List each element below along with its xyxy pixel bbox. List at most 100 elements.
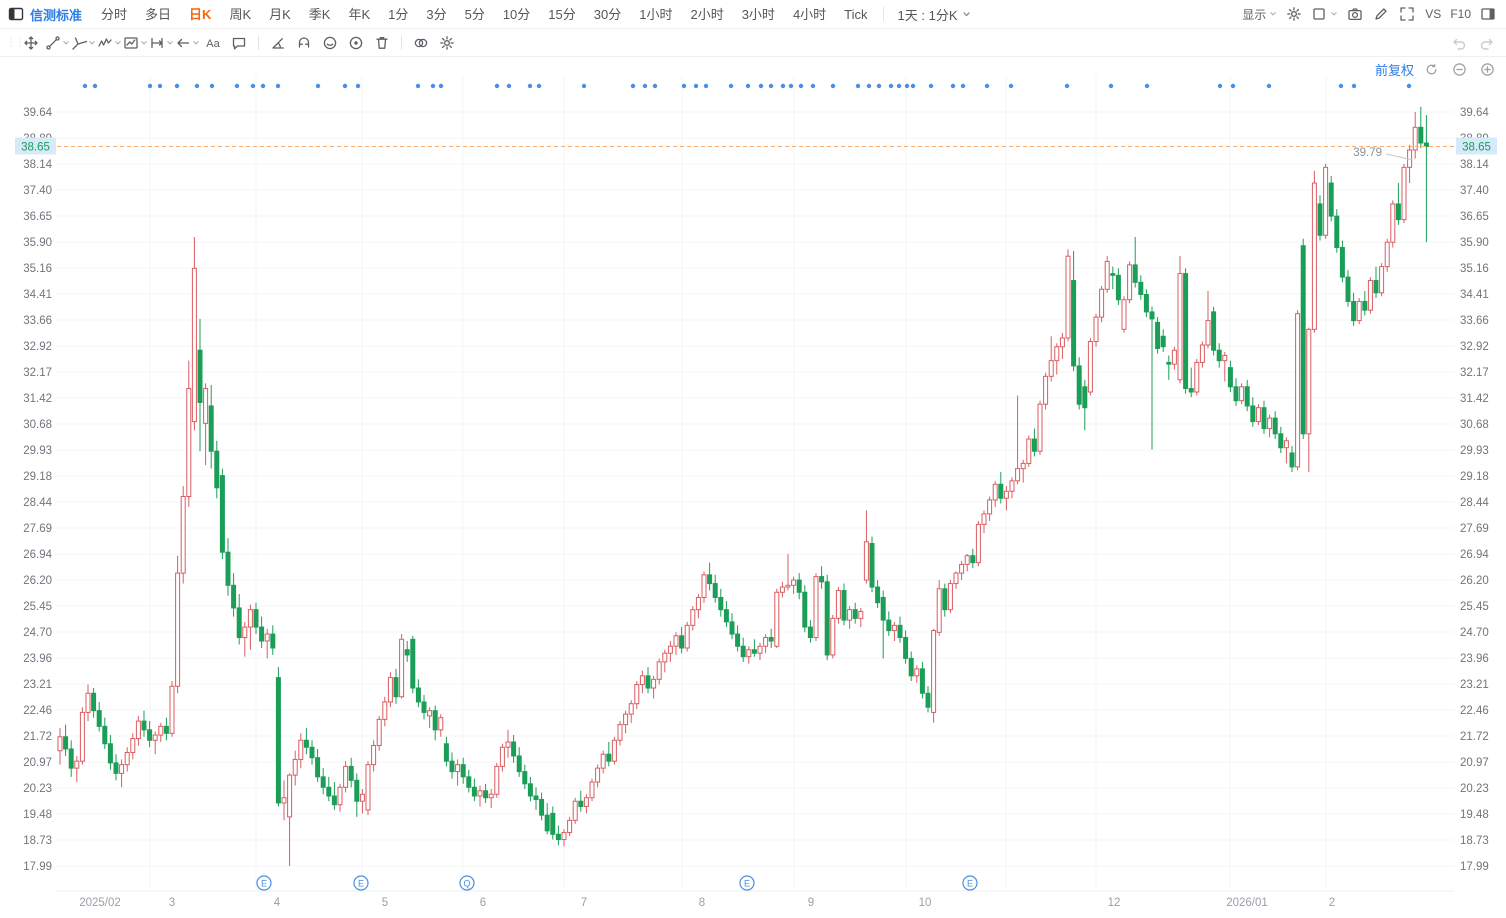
announcement-dot[interactable] xyxy=(1109,84,1113,88)
announcement-dot[interactable] xyxy=(961,84,965,88)
measure-icon[interactable] xyxy=(148,31,174,55)
target-icon[interactable] xyxy=(343,31,369,55)
period-15分[interactable]: 15分 xyxy=(539,1,584,28)
zoom-in-icon[interactable] xyxy=(1477,61,1498,79)
announcement-dot[interactable] xyxy=(631,84,635,88)
adjust-mode-link[interactable]: 前复权 xyxy=(1375,60,1414,79)
announcement-dot[interactable] xyxy=(746,84,750,88)
drag-handle[interactable]: ⋮⋮ xyxy=(6,39,14,47)
announcement-dot[interactable] xyxy=(235,84,239,88)
announcement-dot[interactable] xyxy=(316,84,320,88)
announcement-dot[interactable] xyxy=(1352,84,1356,88)
period-年K[interactable]: 年K xyxy=(339,1,379,28)
period-4小时[interactable]: 4小时 xyxy=(784,1,835,28)
trendline-icon[interactable] xyxy=(44,31,70,55)
announcement-dot[interactable] xyxy=(261,84,265,88)
period-30分[interactable]: 30分 xyxy=(585,1,630,28)
announcement-dot[interactable] xyxy=(356,84,360,88)
announcement-dot[interactable] xyxy=(856,84,860,88)
announcement-dot[interactable] xyxy=(537,84,541,88)
announcement-dot[interactable] xyxy=(1339,84,1343,88)
announcement-dot[interactable] xyxy=(951,84,955,88)
announcement-dot[interactable] xyxy=(985,84,989,88)
announcement-dot[interactable] xyxy=(905,84,909,88)
zoom-out-icon[interactable] xyxy=(1449,61,1470,79)
announcement-dot[interactable] xyxy=(789,84,793,88)
announcement-dot[interactable] xyxy=(195,84,199,88)
announcement-dot[interactable] xyxy=(343,84,347,88)
announcement-dot[interactable] xyxy=(653,84,657,88)
display-menu-button[interactable]: 显示 xyxy=(1239,2,1280,26)
announcement-dot[interactable] xyxy=(416,84,420,88)
angle-icon[interactable] xyxy=(265,31,291,55)
move-icon[interactable] xyxy=(18,31,44,55)
announcement-dot[interactable] xyxy=(1009,84,1013,88)
announcement-dot[interactable] xyxy=(897,84,901,88)
period-周K[interactable]: 周K xyxy=(220,1,260,28)
announcement-dot[interactable] xyxy=(704,84,708,88)
sticker-icon[interactable] xyxy=(317,31,343,55)
announcement-dot[interactable] xyxy=(911,84,915,88)
announcement-dot[interactable] xyxy=(93,84,97,88)
announcement-dot[interactable] xyxy=(929,84,933,88)
event-marker-q[interactable]: Q xyxy=(460,876,474,890)
reset-view-icon[interactable] xyxy=(1421,61,1442,79)
announcement-dot[interactable] xyxy=(831,84,835,88)
announcement-dot[interactable] xyxy=(507,84,511,88)
period-季K[interactable]: 季K xyxy=(300,1,340,28)
period-3分[interactable]: 3分 xyxy=(417,1,455,28)
announcement-dot[interactable] xyxy=(694,84,698,88)
pattern-icon[interactable] xyxy=(122,31,148,55)
period-5分[interactable]: 5分 xyxy=(456,1,494,28)
period-月K[interactable]: 月K xyxy=(260,1,300,28)
screenshot-icon[interactable] xyxy=(1343,2,1367,26)
text-icon[interactable]: Aa xyxy=(200,31,226,55)
announcement-dot[interactable] xyxy=(889,84,893,88)
drawing-settings-icon[interactable] xyxy=(434,31,460,55)
period-日K[interactable]: 日K xyxy=(180,1,220,28)
pitchfork-icon[interactable] xyxy=(70,31,96,55)
event-marker-e[interactable]: E xyxy=(354,876,368,890)
announcement-dot[interactable] xyxy=(276,84,280,88)
announcement-dot[interactable] xyxy=(148,84,152,88)
side-panel-icon[interactable] xyxy=(1476,2,1500,26)
event-marker-e[interactable]: E xyxy=(740,876,754,890)
draw-mode-icon[interactable] xyxy=(1369,2,1393,26)
announcement-dot[interactable] xyxy=(1231,84,1235,88)
announcement-dot[interactable] xyxy=(759,84,763,88)
wave-icon[interactable] xyxy=(96,31,122,55)
announcement-dot[interactable] xyxy=(769,84,773,88)
compare-icon[interactable] xyxy=(408,31,434,55)
period-2小时[interactable]: 2小时 xyxy=(681,1,732,28)
announcement-dot[interactable] xyxy=(251,84,255,88)
layout-select-icon[interactable] xyxy=(1308,2,1341,26)
announcement-dot[interactable] xyxy=(175,84,179,88)
announcement-dot[interactable] xyxy=(1218,84,1222,88)
undo-button[interactable] xyxy=(1446,31,1470,55)
chart-settings-icon[interactable] xyxy=(1282,2,1306,26)
announcement-dot[interactable] xyxy=(643,84,647,88)
period-1小时[interactable]: 1小时 xyxy=(630,1,681,28)
announcement-dot[interactable] xyxy=(210,84,214,88)
announcement-dot[interactable] xyxy=(439,84,443,88)
announcement-dot[interactable] xyxy=(1267,84,1271,88)
fullscreen-icon[interactable] xyxy=(1395,2,1419,26)
period-3小时[interactable]: 3小时 xyxy=(733,1,784,28)
delete-icon[interactable] xyxy=(369,31,395,55)
announcement-dot[interactable] xyxy=(582,84,586,88)
period-1分[interactable]: 1分 xyxy=(379,1,417,28)
event-marker-e[interactable]: E xyxy=(963,876,977,890)
period-多日[interactable]: 多日 xyxy=(136,1,180,28)
announcement-dot[interactable] xyxy=(83,84,87,88)
announcement-dot[interactable] xyxy=(1145,84,1149,88)
announcement-dot[interactable] xyxy=(431,84,435,88)
announcement-dot[interactable] xyxy=(799,84,803,88)
announcement-dot[interactable] xyxy=(729,84,733,88)
event-marker-e[interactable]: E xyxy=(257,876,271,890)
magnet-icon[interactable] xyxy=(291,31,317,55)
announcement-dot[interactable] xyxy=(867,84,871,88)
redo-button[interactable] xyxy=(1476,31,1500,55)
custom-period-select[interactable]: 1天 : 1分K xyxy=(890,5,979,24)
symbol-name[interactable]: 信测标准 xyxy=(30,5,82,24)
f10-info-button[interactable]: F10 xyxy=(1447,2,1474,26)
